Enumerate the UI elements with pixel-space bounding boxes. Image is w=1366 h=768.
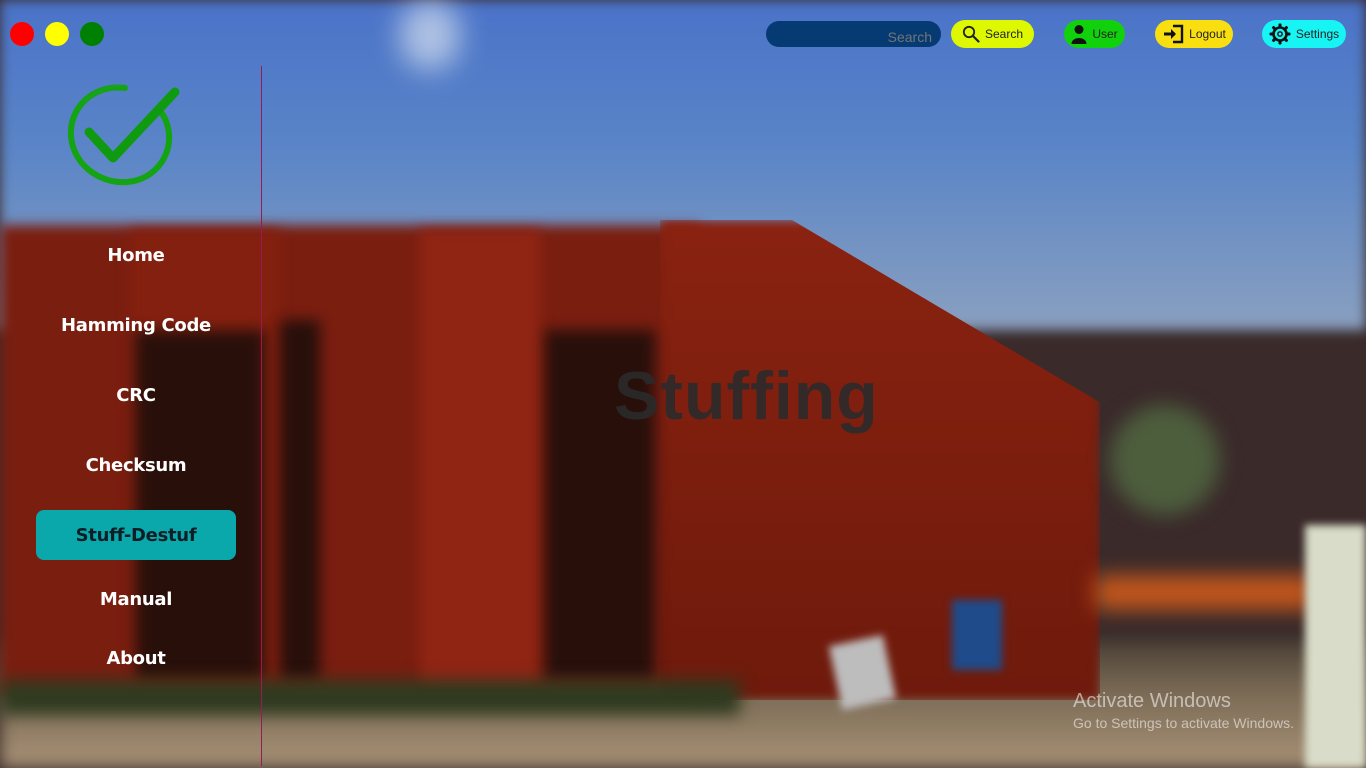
page-title: Stuffing [614,358,879,434]
watermark-subtitle: Go to Settings to activate Windows. [1073,715,1294,731]
settings-button[interactable]: Settings [1262,20,1346,48]
logout-icon [1162,24,1184,44]
sidebar-item-crc[interactable]: CRC [36,370,236,420]
sidebar-item-label: Stuff-Destuf [75,524,197,546]
search-button[interactable]: Search [951,20,1034,48]
magnifier-icon [962,25,980,43]
sidebar-item-home[interactable]: Home [36,230,236,280]
logout-button-label: Logout [1189,27,1226,41]
sidebar-item-checksum[interactable]: Checksum [36,440,236,490]
user-icon [1071,24,1087,44]
logout-button[interactable]: Logout [1155,20,1233,48]
user-button[interactable]: User [1064,20,1125,48]
sidebar-item-manual[interactable]: Manual [36,574,236,624]
maximize-window-button[interactable] [80,22,104,46]
sidebar-item-label: Manual [99,588,173,610]
sidebar-item-label: CRC [116,384,156,406]
settings-button-label: Settings [1295,27,1340,41]
sidebar-item-about[interactable]: About [36,633,236,683]
minimize-window-button[interactable] [45,22,69,46]
sidebar-divider [261,66,262,766]
close-window-button[interactable] [10,22,34,46]
user-button-label: User [1092,27,1118,41]
sidebar-item-label: About [106,647,166,669]
search-button-label: Search [984,27,1024,41]
activate-windows-watermark: Activate Windows Go to Settings to activ… [1073,690,1294,731]
gear-icon [1269,23,1291,45]
sidebar-item-label: Home [107,244,165,266]
checkmark-logo-icon [63,78,181,190]
sidebar-item-stuff-destuf[interactable]: Stuff-Destuf [36,510,236,560]
sidebar-item-label: Hamming Code [61,314,211,336]
search-input[interactable] [766,21,941,47]
sidebar-item-hamming-code[interactable]: Hamming Code [36,300,236,350]
sidebar-item-label: Checksum [85,454,187,476]
watermark-title: Activate Windows [1073,690,1231,712]
